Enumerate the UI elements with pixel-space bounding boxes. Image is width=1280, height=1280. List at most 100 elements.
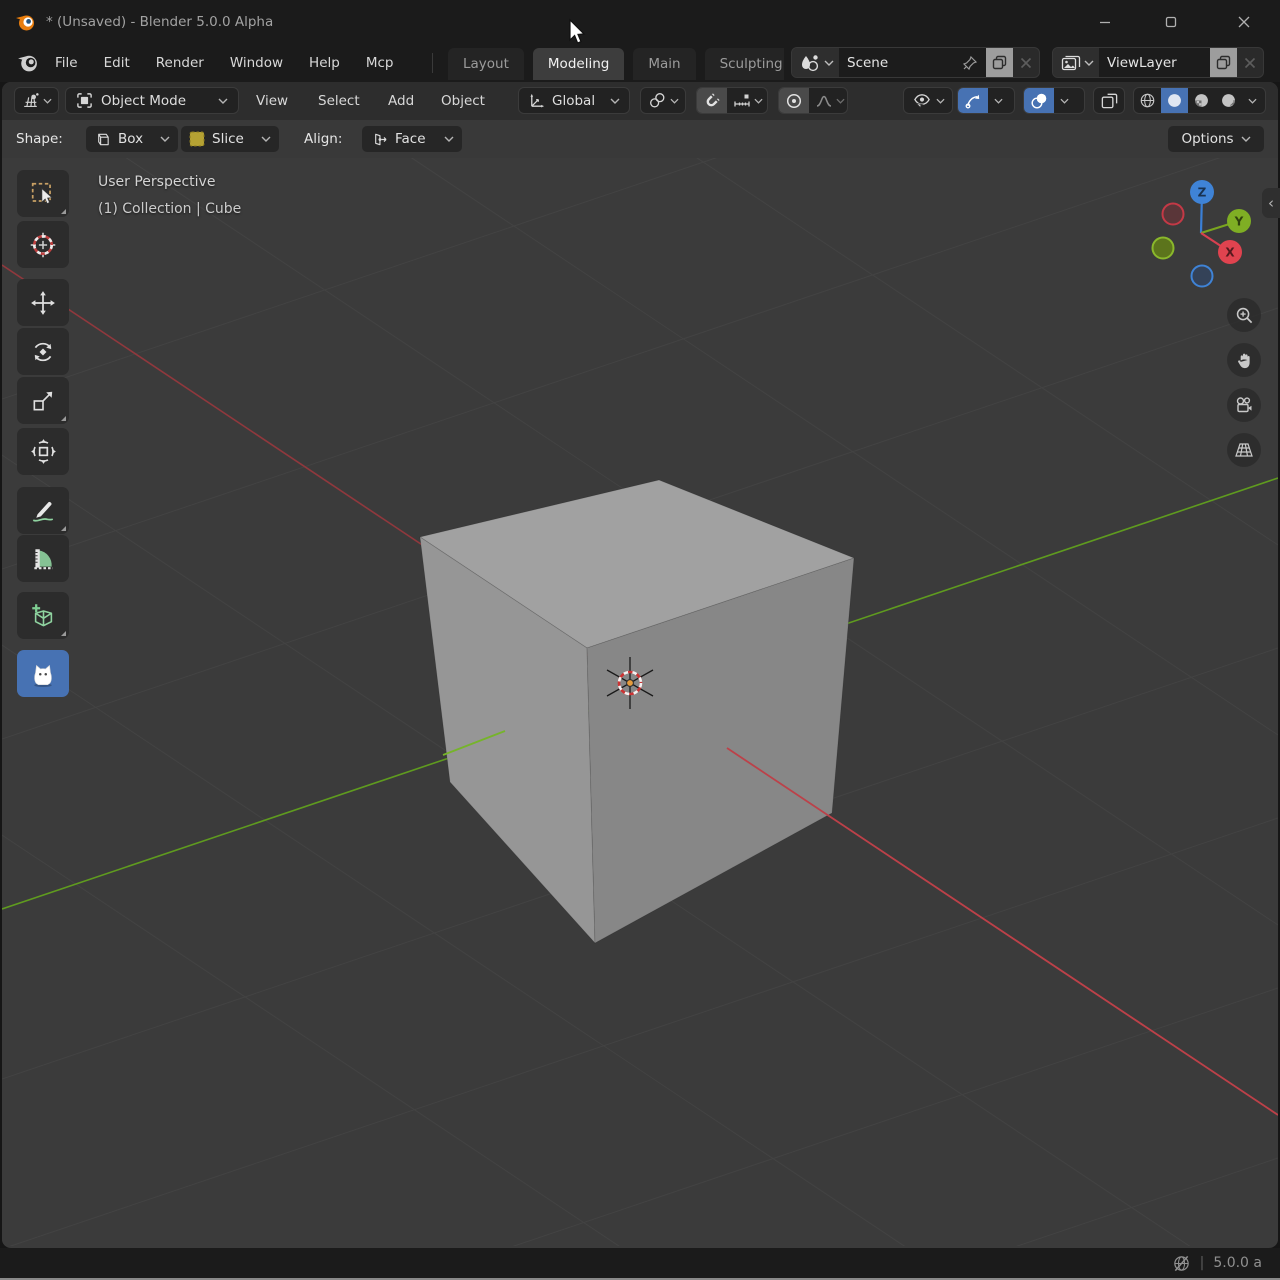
gizmo-minus-y-ball[interactable] [1153,238,1174,259]
shading-material-button[interactable] [1188,88,1215,113]
proportional-editing-toggle[interactable] [779,88,809,113]
tab-main[interactable]: Main [633,48,695,80]
viewport-3d-scene[interactable]: Z Y X [2,158,1278,1246]
network-offline-icon [1172,1254,1191,1273]
scene-browse-button[interactable] [792,48,839,77]
shape-value: Box [118,131,153,147]
close-icon [1237,15,1251,29]
viewlayer-remove-button[interactable] [1237,48,1263,77]
view-perspective-label: User Perspective [98,174,215,190]
tool-transform[interactable] [17,428,69,475]
tool-move[interactable] [17,279,69,326]
menu-mcp[interactable]: Mcp [353,44,407,82]
maximize-button[interactable] [1147,0,1195,44]
overlays-group [1023,87,1085,114]
pin-icon[interactable] [962,55,978,71]
gizmo-z-label: Z [1198,186,1207,200]
minimize-button[interactable] [1081,0,1129,44]
menu-object[interactable]: Object [431,87,495,115]
annotate-tool-icon [30,498,56,524]
tab-modeling[interactable]: Modeling [533,48,624,80]
snap-target-dropdown[interactable] [727,88,768,113]
operation-dropdown[interactable]: Slice [181,126,279,152]
scene-new-copy-button[interactable] [986,48,1013,77]
gizmo-y-label: Y [1234,215,1244,229]
shading-dropdown[interactable] [1242,88,1263,113]
orientation-dropdown[interactable]: Global [518,87,630,114]
mode-dropdown[interactable]: Object Mode [65,87,239,114]
chevron-down-icon [670,98,679,104]
tab-layout[interactable]: Layout [448,48,524,80]
menu-file[interactable]: File [42,44,91,82]
visibility-dropdown[interactable] [903,87,953,114]
menu-window[interactable]: Window [217,44,296,82]
shading-rendered-button[interactable] [1215,88,1242,113]
viewlayer-browse-button[interactable] [1053,48,1099,77]
magnet-icon [703,92,721,110]
scene-unlink-button[interactable] [1013,48,1039,77]
menu-view[interactable]: View [246,87,298,115]
gizmo-minus-x-ball[interactable] [1163,204,1184,225]
orientation-axes-icon [528,92,545,109]
gizmos-dropdown[interactable] [988,88,1009,113]
viewport-ortho-toggle-button[interactable] [1227,433,1261,467]
menu-edit[interactable]: Edit [91,44,143,82]
tool-cursor[interactable] [17,221,69,268]
mode-label: Object Mode [101,93,210,109]
menu-add[interactable]: Add [378,87,424,115]
close-button[interactable] [1220,0,1268,44]
menu-select[interactable]: Select [308,87,370,115]
object-mode-icon [76,92,93,109]
cursor-tool-icon [29,231,57,259]
rendered-shading-icon [1220,92,1237,109]
solid-shading-icon [1166,92,1183,109]
add-cube-icon [30,602,57,629]
options-label: Options [1181,131,1233,147]
tool-rotate[interactable] [17,328,69,375]
tool-submenu-indicator [61,416,66,421]
gizmo-x-label: X [1225,246,1235,260]
options-dropdown[interactable]: Options [1168,126,1264,152]
viewlayer-new-copy-button[interactable] [1210,48,1237,77]
viewport-editor-icon [21,92,40,110]
pivot-point-dropdown[interactable] [640,87,686,114]
tab-sculpting[interactable]: Sculpting [705,48,784,80]
snap-toggle[interactable] [697,88,727,113]
menu-items: File Edit Render Window Help Mcp [42,44,406,82]
workspace-tabs: Layout Modeling Main Sculpting [448,48,784,80]
shading-solid-button[interactable] [1161,88,1188,113]
tool-annotate[interactable] [17,487,69,534]
title-bar: * (Unsaved) - Blender 5.0.0 Alpha [0,0,1280,44]
gizmo-minus-z-ball[interactable] [1192,266,1213,287]
xray-toggle[interactable] [1093,87,1125,114]
sidebar-collapse-tab[interactable]: ‹ [1262,188,1280,218]
align-dropdown[interactable]: Face [362,126,462,152]
show-overlays-toggle[interactable] [1024,88,1054,113]
show-gizmos-toggle[interactable] [958,88,988,113]
menu-render[interactable]: Render [143,44,217,82]
unlink-x-icon [1020,57,1032,69]
menu-help[interactable]: Help [296,44,353,82]
duplicate-icon [1216,55,1231,70]
shading-wireframe-button[interactable] [1134,88,1161,113]
editor-type-button[interactable] [14,87,59,114]
scene-name-field[interactable]: Scene [839,48,986,77]
shape-dropdown[interactable]: Box [86,126,178,152]
proportional-falloff-dropdown[interactable] [809,88,848,113]
rotate-tool-icon [30,339,56,365]
tool-measure[interactable] [17,535,69,582]
tool-scale[interactable] [17,377,69,424]
overlays-dropdown[interactable] [1054,88,1075,113]
viewlayer-icon [1061,53,1082,73]
tool-add-cube[interactable] [17,592,69,639]
viewport-zoom-button[interactable] [1227,298,1261,332]
blender-menu-icon[interactable] [16,51,39,74]
viewlayer-name-field[interactable]: ViewLayer [1099,48,1210,77]
shape-label: Shape: [16,126,63,152]
viewport-camera-button[interactable] [1227,388,1261,422]
tool-boxcutter-active[interactable] [17,650,69,697]
viewport-pan-button[interactable] [1227,343,1261,377]
tool-select-box[interactable] [17,170,69,217]
menu-tab-separator [432,53,433,73]
orientation-label: Global [552,93,603,109]
